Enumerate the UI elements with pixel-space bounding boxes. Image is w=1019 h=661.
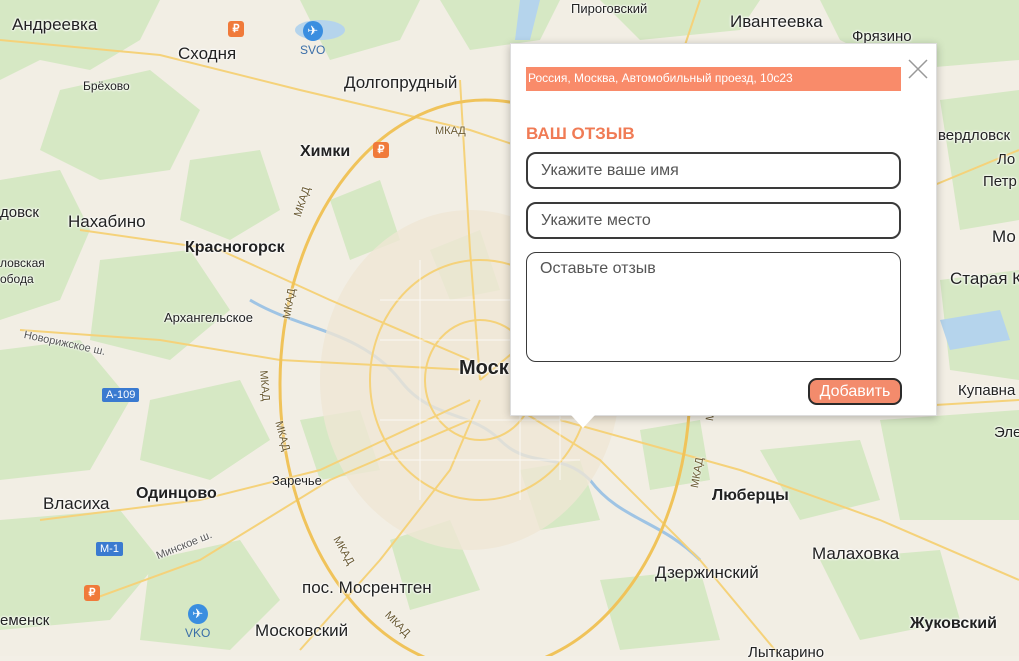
- plane-icon: ✈: [302, 21, 323, 41]
- mkad-label: МКАД: [257, 369, 272, 402]
- city-label: Дзержинский: [655, 563, 759, 582]
- city-label: Брёхово: [83, 79, 130, 93]
- city-label: Малаховка: [812, 544, 900, 563]
- city-label: Архангельское: [164, 310, 253, 325]
- ruble-poi-icon[interactable]: ₽: [228, 21, 244, 37]
- city-label: Старая К: [950, 269, 1019, 288]
- city-label: Фрязино: [852, 28, 912, 45]
- city-label: Заречье: [272, 473, 322, 488]
- city-label: Химки: [300, 143, 351, 160]
- city-label: Нахабино: [68, 212, 146, 231]
- balloon-tail: [571, 415, 595, 428]
- airport-code: VKO: [185, 626, 211, 640]
- city-label: Эле: [994, 424, 1019, 441]
- city-label: Лыткарино: [748, 644, 825, 661]
- city-label: Купавна: [958, 382, 1016, 399]
- add-review-button[interactable]: Добавить: [808, 378, 902, 405]
- review-balloon: Россия, Москва, Автомобильный проезд, 10…: [510, 43, 937, 428]
- city-label: Мо: [992, 227, 1016, 246]
- ruble-poi-icon[interactable]: ₽: [373, 142, 389, 158]
- plane-icon: ✈: [187, 604, 208, 624]
- city-label: Сходня: [178, 44, 237, 63]
- road-shield-m1: М-1: [96, 542, 123, 556]
- road-shield-a109: А-109: [102, 388, 140, 402]
- city-label: Московский: [255, 621, 349, 640]
- mkad-label: МКАД: [435, 125, 466, 137]
- city-label: Долгопрудный: [344, 73, 458, 92]
- airport-code: SVO: [300, 43, 326, 57]
- city-label: довск: [0, 204, 39, 221]
- city-label: Андреевка: [12, 15, 98, 34]
- review-title: ВАШ ОТЗЫВ: [526, 124, 635, 143]
- city-label: Одинцово: [136, 485, 217, 502]
- ruble-poi-icon[interactable]: ₽: [84, 585, 100, 601]
- city-label: Жуковский: [910, 615, 997, 632]
- city-label-moscow: Моск: [459, 357, 509, 379]
- city-label: Ивантеевка: [730, 12, 823, 31]
- review-textarea[interactable]: [526, 252, 901, 362]
- city-label: пос. Мосрентген: [302, 578, 432, 597]
- city-label: Власиха: [43, 494, 110, 513]
- airport-svo[interactable]: ✈ SVO: [300, 21, 325, 57]
- name-input[interactable]: [526, 152, 901, 189]
- close-icon[interactable]: [908, 59, 928, 79]
- city-label: вердловск: [938, 127, 1011, 144]
- airport-vko[interactable]: ✈ VKO: [185, 604, 210, 640]
- city-label: ловская: [0, 256, 45, 270]
- city-label: Ло: [997, 151, 1016, 168]
- city-label: обода: [0, 272, 34, 286]
- place-input[interactable]: [526, 202, 901, 239]
- address-bar: Россия, Москва, Автомобильный проезд, 10…: [526, 67, 901, 91]
- city-label: Красногорск: [185, 239, 285, 256]
- city-label: Люберцы: [712, 487, 789, 504]
- city-label: Петр: [983, 173, 1017, 190]
- city-label: еменск: [0, 612, 50, 629]
- city-label: Пироговский: [571, 1, 648, 16]
